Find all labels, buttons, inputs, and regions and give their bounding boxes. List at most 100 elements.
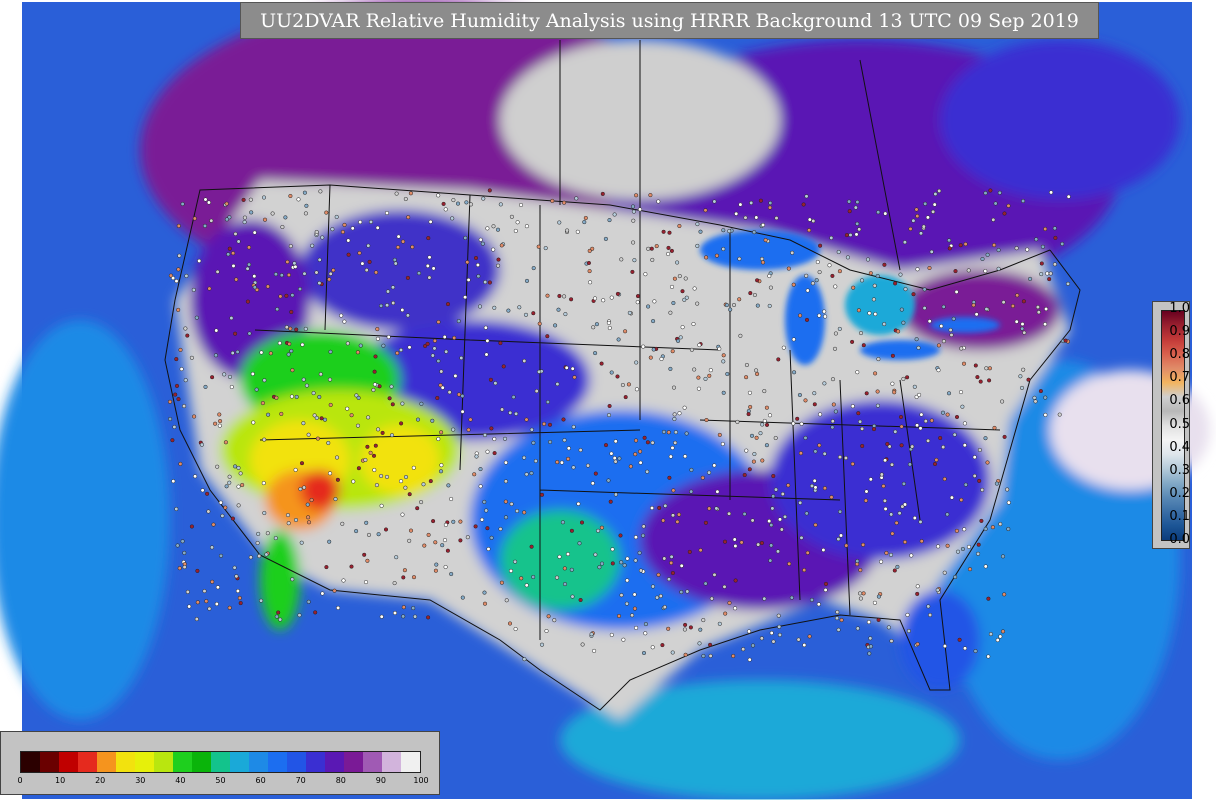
station-marker [463, 235, 468, 240]
station-marker [405, 275, 410, 280]
station-marker [262, 217, 268, 222]
station-marker [632, 592, 637, 597]
station-marker [279, 411, 284, 416]
station-marker [953, 574, 958, 580]
station-marker [818, 243, 823, 248]
station-marker [721, 390, 726, 395]
station-marker [678, 335, 683, 340]
rh-tick: 0 [17, 776, 23, 785]
station-marker [236, 239, 241, 244]
station-marker [340, 229, 345, 235]
station-marker [890, 353, 895, 358]
station-marker [865, 257, 871, 262]
station-marker [939, 324, 944, 329]
legend-label: 0.4 [1169, 439, 1190, 455]
station-marker [491, 224, 496, 229]
station-marker [529, 427, 534, 432]
station-marker [195, 568, 200, 573]
station-marker [1000, 629, 1006, 634]
station-marker [227, 480, 232, 485]
station-marker [390, 402, 395, 407]
rh-tick: 70 [295, 776, 306, 785]
station-marker [565, 552, 571, 557]
station-marker [564, 365, 569, 370]
station-marker [274, 395, 279, 400]
station-marker [519, 576, 524, 581]
station-marker [366, 243, 371, 248]
station-marker [907, 462, 912, 467]
station-marker [638, 460, 643, 465]
station-marker [941, 304, 946, 309]
station-marker [734, 211, 739, 216]
station-marker [940, 410, 946, 415]
station-marker [643, 622, 648, 627]
station-marker [752, 230, 757, 235]
station-marker [593, 471, 598, 476]
station-marker [762, 389, 767, 394]
station-marker [195, 600, 200, 605]
station-marker [986, 596, 991, 601]
station-marker [317, 257, 322, 262]
station-marker [306, 515, 311, 520]
station-marker [769, 523, 774, 528]
station-marker [294, 394, 299, 399]
station-marker [858, 419, 863, 424]
station-marker [739, 540, 744, 545]
station-marker [273, 536, 278, 541]
station-marker [557, 293, 562, 299]
station-marker [587, 248, 592, 253]
station-marker [299, 461, 305, 466]
station-marker [192, 216, 197, 221]
station-marker [879, 472, 884, 477]
station-marker [899, 307, 904, 312]
station-marker [342, 319, 347, 324]
station-marker [752, 292, 757, 298]
station-marker [385, 303, 390, 308]
station-marker [631, 209, 636, 214]
station-marker [346, 252, 351, 257]
station-marker [465, 260, 470, 265]
station-marker [744, 375, 749, 380]
station-marker [318, 372, 323, 377]
station-marker [893, 281, 898, 286]
station-marker [679, 590, 684, 595]
station-marker [994, 481, 999, 486]
station-marker [390, 285, 396, 290]
station-marker [724, 303, 729, 308]
station-marker [259, 350, 264, 355]
station-marker [383, 527, 389, 532]
station-marker [823, 587, 828, 593]
station-marker [613, 439, 618, 444]
station-marker [987, 366, 992, 371]
station-marker [545, 399, 550, 405]
station-marker [634, 193, 639, 198]
station-marker [217, 423, 222, 428]
station-marker [822, 486, 827, 491]
station-marker [487, 280, 492, 285]
station-marker [235, 349, 240, 354]
station-marker [301, 377, 306, 382]
station-marker [632, 606, 637, 611]
station-marker [995, 638, 1000, 643]
station-marker [173, 392, 178, 397]
station-marker [214, 328, 219, 333]
station-marker [236, 465, 241, 470]
station-marker [609, 370, 614, 375]
station-marker [202, 223, 208, 228]
station-marker [386, 334, 391, 340]
station-marker [445, 302, 451, 307]
station-marker [838, 533, 844, 538]
station-marker [199, 442, 204, 447]
station-marker [434, 562, 439, 567]
station-marker [748, 404, 753, 410]
station-marker [290, 577, 295, 582]
station-marker [986, 654, 991, 659]
station-marker [601, 298, 606, 303]
station-marker [882, 322, 887, 327]
station-marker [733, 606, 738, 611]
station-marker [445, 548, 450, 553]
station-marker [374, 270, 379, 275]
station-marker [641, 524, 646, 529]
station-marker [270, 211, 275, 216]
station-marker [318, 189, 323, 194]
